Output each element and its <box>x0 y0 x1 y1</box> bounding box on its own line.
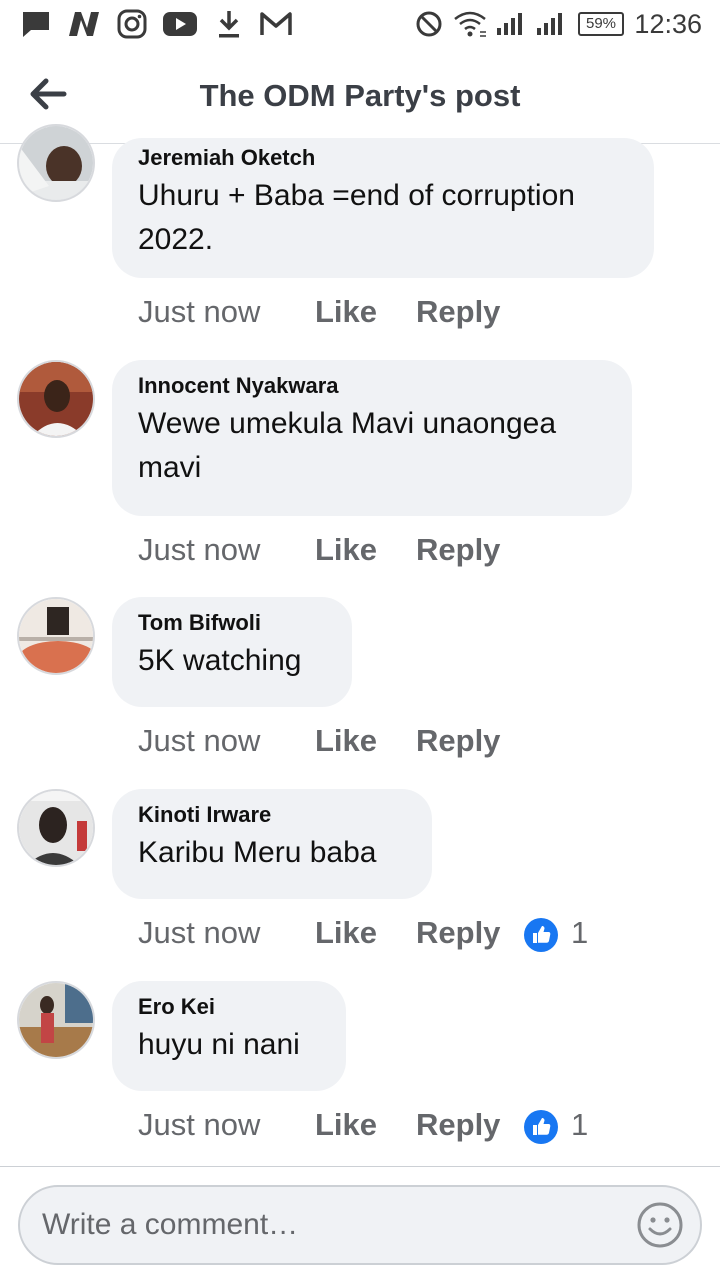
youtube-icon <box>162 8 198 40</box>
signal-icon <box>534 8 566 40</box>
comment-composer-bar: Write a comment… <box>0 1166 720 1280</box>
comment-bubble: Jeremiah Oketch Uhuru + Baba =end of cor… <box>112 138 654 278</box>
avatar[interactable] <box>17 981 95 1059</box>
reply-button[interactable]: Reply <box>416 294 500 330</box>
like-reaction-icon[interactable] <box>524 918 558 952</box>
reply-button[interactable]: Reply <box>416 723 500 759</box>
reaction-count[interactable]: 1 <box>571 915 588 951</box>
comment-bubble: Innocent Nyakwara Wewe umekula Mavi unao… <box>112 360 632 516</box>
avatar[interactable] <box>17 789 95 867</box>
gmail-icon <box>258 8 294 40</box>
comment-text: Uhuru + Baba =end of corruption 2022. <box>138 179 575 256</box>
avatar[interactable] <box>17 360 95 438</box>
avatar[interactable] <box>17 124 95 202</box>
comment-author[interactable]: Innocent Nyakwara <box>138 372 606 400</box>
comment-text: Karibu Meru baba <box>138 836 377 869</box>
like-button[interactable]: Like <box>315 294 377 330</box>
comment-author[interactable]: Kinoti Irware <box>138 801 406 829</box>
comment-timestamp: Just now <box>138 915 261 950</box>
comment-input-placeholder: Write a comment… <box>42 1208 299 1241</box>
comment-text: Wewe umekula Mavi unaongea mavi <box>138 407 557 484</box>
comment-text: huyu ni nani <box>138 1028 300 1061</box>
comment-bubble: Tom Bifwoli 5K watching <box>112 597 352 707</box>
comment-author[interactable]: Ero Kei <box>138 993 320 1021</box>
emoji-icon[interactable] <box>636 1201 684 1249</box>
page-title: The ODM Party's post <box>199 78 521 113</box>
news-icon <box>66 8 102 40</box>
reply-button[interactable]: Reply <box>416 915 500 951</box>
like-button[interactable]: Like <box>315 532 377 568</box>
comment-timestamp: Just now <box>138 723 261 758</box>
avatar[interactable] <box>17 597 95 675</box>
reaction-count[interactable]: 1 <box>571 1107 588 1143</box>
comment-author[interactable]: Tom Bifwoli <box>138 609 326 637</box>
like-reaction-icon[interactable] <box>524 1110 558 1144</box>
reply-button[interactable]: Reply <box>416 532 500 568</box>
download-icon <box>214 8 244 40</box>
comment-input[interactable]: Write a comment… <box>18 1185 702 1265</box>
status-bar: 59% 12:36 <box>0 0 720 50</box>
wifi-icon <box>452 8 488 40</box>
chat-icon <box>20 8 52 40</box>
like-button[interactable]: Like <box>315 1107 377 1143</box>
reply-button[interactable]: Reply <box>416 1107 500 1143</box>
comment-timestamp: Just now <box>138 1107 261 1142</box>
status-time: 12:36 <box>634 9 702 39</box>
comment-author[interactable]: Jeremiah Oketch <box>138 144 628 172</box>
like-button[interactable]: Like <box>315 723 377 759</box>
comment-timestamp: Just now <box>138 532 261 567</box>
comment-bubble: Ero Kei huyu ni nani <box>112 981 346 1091</box>
do-not-disturb-icon <box>414 8 444 40</box>
like-button[interactable]: Like <box>315 915 377 951</box>
app-header: The ODM Party's post <box>0 50 720 144</box>
battery-indicator: 59% <box>578 12 624 36</box>
instagram-icon <box>116 8 148 40</box>
comment-text: 5K watching <box>138 644 302 677</box>
signal-icon <box>494 8 526 40</box>
comment-timestamp: Just now <box>138 294 261 329</box>
comment-bubble: Kinoti Irware Karibu Meru baba <box>112 789 432 899</box>
